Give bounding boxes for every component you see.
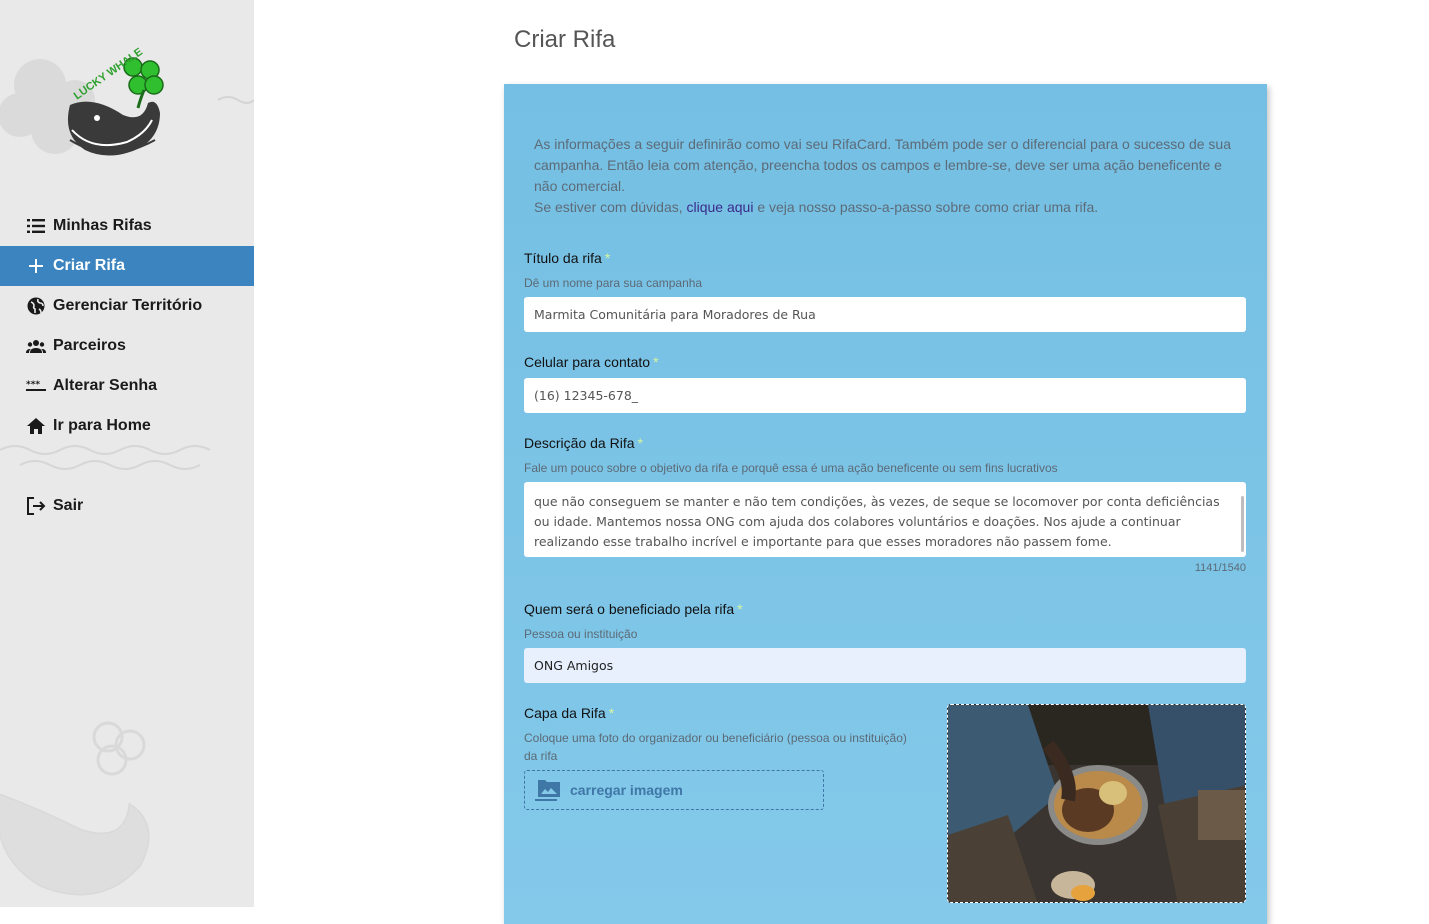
home-icon [25, 415, 47, 437]
title-label: Título da rifa * [524, 250, 611, 266]
required-mark: * [637, 435, 643, 451]
beneficiary-label: Quem será o beneficiado pela rifa * [524, 601, 743, 617]
beneficiary-hint: Pessoa ou instituição [524, 627, 638, 641]
help-link[interactable]: clique aqui [687, 199, 754, 215]
plus-icon [25, 255, 47, 277]
sidebar-item-sair[interactable]: Sair [0, 486, 254, 526]
sidebar-item-criar-rifa[interactable]: Criar Rifa [0, 246, 254, 286]
cover-photo [948, 705, 1245, 902]
sidebar-item-parceiros[interactable]: Parceiros [0, 326, 254, 366]
password-icon: *** [25, 375, 47, 397]
description-hint: Fale um pouco sobre o objetivo da rifa e… [524, 461, 1058, 475]
svg-text:***: *** [26, 380, 40, 390]
cover-hint: Coloque uma foto do organizador ou benef… [524, 731, 907, 763]
description-textarea[interactable]: que não conseguem se manter e não tem co… [524, 482, 1246, 557]
title-hint: Dê um nome para sua campanha [524, 276, 703, 290]
main-content: Criar Rifa As informações a seguir defin… [254, 0, 1429, 924]
description-text: que não conseguem se manter e não tem co… [534, 494, 1220, 549]
sidebar: LUCKY WHALE Minhas Rifas Criar Rifa Gere… [0, 0, 254, 907]
phone-label: Celular para contato * [524, 354, 659, 370]
sidebar-item-label: Alterar Senha [53, 377, 158, 394]
upload-image-label: carregar imagem [570, 782, 683, 798]
upload-image-button[interactable]: carregar imagem [524, 770, 824, 810]
sidebar-item-label: Ir para Home [53, 417, 151, 434]
sidebar-item-label: Parceiros [53, 337, 126, 354]
sidebar-item-label: Minhas Rifas [53, 217, 152, 234]
lucky-whale-logo[interactable]: LUCKY WHALE [0, 30, 254, 180]
whale-watermark [0, 721, 150, 896]
list-icon [25, 215, 47, 237]
sidebar-item-alterar-senha[interactable]: *** Alterar Senha [0, 366, 254, 406]
character-counter: 1141/1540 [1194, 562, 1246, 574]
intro-help-suffix: e veja nosso passo-a-passo sobre como cr… [753, 199, 1099, 215]
intro-help-prefix: Se estiver com dúvidas, [534, 199, 687, 215]
create-raffle-form: As informações a seguir definirão como v… [504, 84, 1267, 924]
sidebar-item-minhas-rifas[interactable]: Minhas Rifas [0, 206, 254, 246]
required-mark: * [653, 354, 659, 370]
cover-image-preview[interactable] [947, 704, 1246, 903]
logout-icon [25, 495, 47, 517]
required-mark: * [608, 705, 615, 721]
intro-text: As informações a seguir definirão como v… [534, 136, 1231, 194]
sidebar-item-label: Gerenciar Território [53, 297, 203, 314]
page-title: Criar Rifa [514, 26, 616, 53]
sidebar-item-label: Sair [53, 497, 84, 514]
waves-decoration [0, 445, 211, 470]
title-input[interactable] [524, 297, 1246, 332]
people-icon [25, 335, 47, 357]
sidebar-item-label: Criar Rifa [53, 257, 126, 274]
phone-input[interactable] [524, 378, 1246, 413]
required-mark: * [737, 601, 743, 617]
globe-icon [25, 295, 47, 317]
description-label: Descrição da Rifa * [524, 435, 643, 451]
textarea-scrollbar[interactable] [1241, 496, 1244, 552]
cover-label: Capa da Rifa * [524, 705, 615, 721]
sidebar-item-gerenciar-territorio[interactable]: Gerenciar Território [0, 286, 254, 326]
beneficiary-input[interactable] [524, 648, 1246, 683]
image-folder-icon [535, 780, 560, 801]
form-intro: As informações a seguir definirão como v… [534, 134, 1234, 218]
required-mark: * [604, 250, 611, 266]
